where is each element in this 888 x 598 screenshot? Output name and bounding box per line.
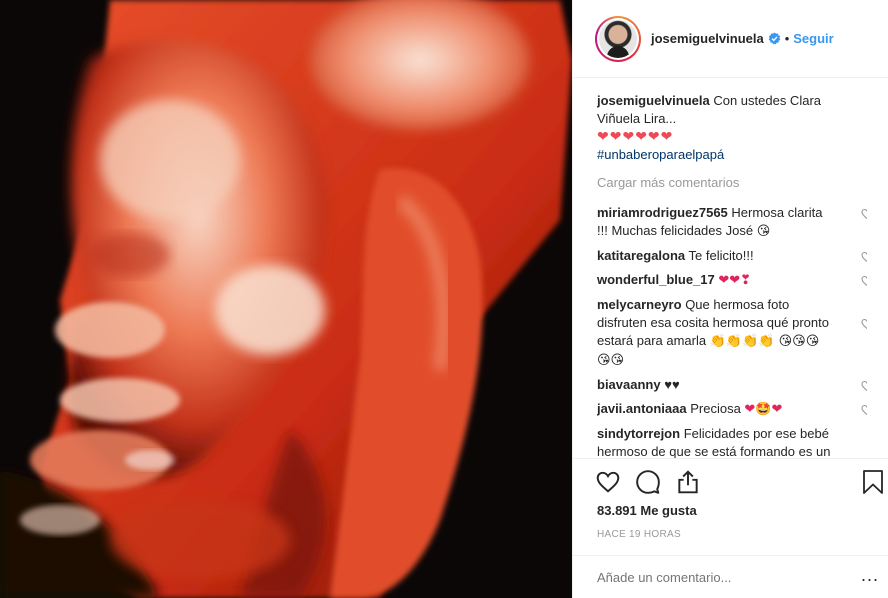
comment-like-icon[interactable] bbox=[861, 404, 867, 416]
action-buttons bbox=[595, 469, 701, 495]
comment-username[interactable]: biavaanny bbox=[597, 377, 661, 392]
caption-hashtag[interactable]: #unbaberoparaelpapá bbox=[597, 147, 724, 162]
share-upload-icon[interactable] bbox=[675, 469, 701, 495]
ultrasound-image bbox=[0, 0, 572, 598]
comment-username[interactable]: katitaregalona bbox=[597, 248, 685, 263]
comment: wonderful_blue_17 ❤❤❣ bbox=[597, 271, 867, 290]
comment-emoji: 😘 bbox=[756, 224, 771, 239]
comment-like-icon[interactable] bbox=[861, 275, 867, 287]
avatar-frame bbox=[597, 17, 639, 60]
comment: miriamrodriguez7565 Hermosa clarita !!! … bbox=[597, 204, 867, 241]
verified-badge-icon bbox=[768, 32, 781, 45]
post-photo[interactable] bbox=[0, 0, 572, 598]
header-username[interactable]: josemiguelvinuela bbox=[651, 31, 764, 46]
post-caption: josemiguelvinuela Con ustedes Clara Viñu… bbox=[597, 92, 867, 164]
comment-like-icon[interactable] bbox=[861, 251, 867, 263]
comment-like-icon[interactable] bbox=[861, 318, 867, 330]
comment: melycarneyro Que hermosa foto disfruten … bbox=[597, 296, 867, 370]
add-comment-input[interactable] bbox=[597, 570, 847, 585]
comment-like-icon[interactable] bbox=[861, 380, 867, 392]
caption-hearts: ❤❤❤❤❤❤ bbox=[597, 129, 674, 145]
comment-emoji: ❤🤩❤ bbox=[744, 402, 783, 417]
caption-username[interactable]: josemiguelvinuela bbox=[597, 93, 710, 108]
comment: javii.antoniaaa Preciosa ❤🤩❤ bbox=[597, 400, 867, 419]
load-more-comments[interactable]: Cargar más comentarios bbox=[597, 174, 867, 192]
more-options-icon[interactable]: ... bbox=[861, 566, 879, 584]
instagram-post: josemiguelvinuela • Seguir josemiguelvin… bbox=[0, 0, 888, 598]
post-timestamp[interactable]: HACE 19 HORAS bbox=[597, 529, 681, 540]
bookmark-icon bbox=[863, 470, 883, 494]
post-actions: 83.891 Me gusta HACE 19 HORAS ... bbox=[573, 458, 888, 598]
comment: biavaanny ♥♥ bbox=[597, 376, 867, 394]
comment-text: Te felicito!!! bbox=[688, 248, 754, 263]
save-button[interactable] bbox=[861, 469, 885, 495]
post-header: josemiguelvinuela • Seguir bbox=[573, 0, 888, 78]
heart-outline-icon[interactable] bbox=[595, 469, 621, 495]
comments-list[interactable]: josemiguelvinuela Con ustedes Clara Viñu… bbox=[597, 92, 867, 458]
comment-emoji: ❤❤❣ bbox=[718, 273, 752, 288]
comment-text: ♥♥ bbox=[664, 377, 680, 392]
follow-button[interactable]: Seguir bbox=[793, 31, 833, 46]
comment-text: Preciosa bbox=[690, 401, 741, 416]
post-side-panel: josemiguelvinuela • Seguir josemiguelvin… bbox=[572, 0, 888, 598]
comment-username[interactable]: melycarneyro bbox=[597, 297, 682, 312]
add-comment-bar: ... bbox=[573, 555, 888, 598]
comment: sindytorrejon Felicidades por ese bebé h… bbox=[597, 425, 867, 458]
likes-count[interactable]: 83.891 Me gusta bbox=[597, 503, 697, 518]
speech-bubble-icon[interactable] bbox=[635, 469, 661, 495]
comment-like-icon[interactable] bbox=[861, 208, 867, 220]
avatar bbox=[599, 19, 637, 58]
separator-dot: • bbox=[784, 31, 790, 46]
comment-username[interactable]: miriamrodriguez7565 bbox=[597, 205, 728, 220]
comment-username[interactable]: javii.antoniaaa bbox=[597, 401, 687, 416]
comment-username[interactable]: wonderful_blue_17 bbox=[597, 272, 715, 287]
comment-username[interactable]: sindytorrejon bbox=[597, 426, 680, 441]
story-ring[interactable] bbox=[595, 15, 641, 62]
comment: katitaregalona Te felicito!!! bbox=[597, 247, 867, 265]
